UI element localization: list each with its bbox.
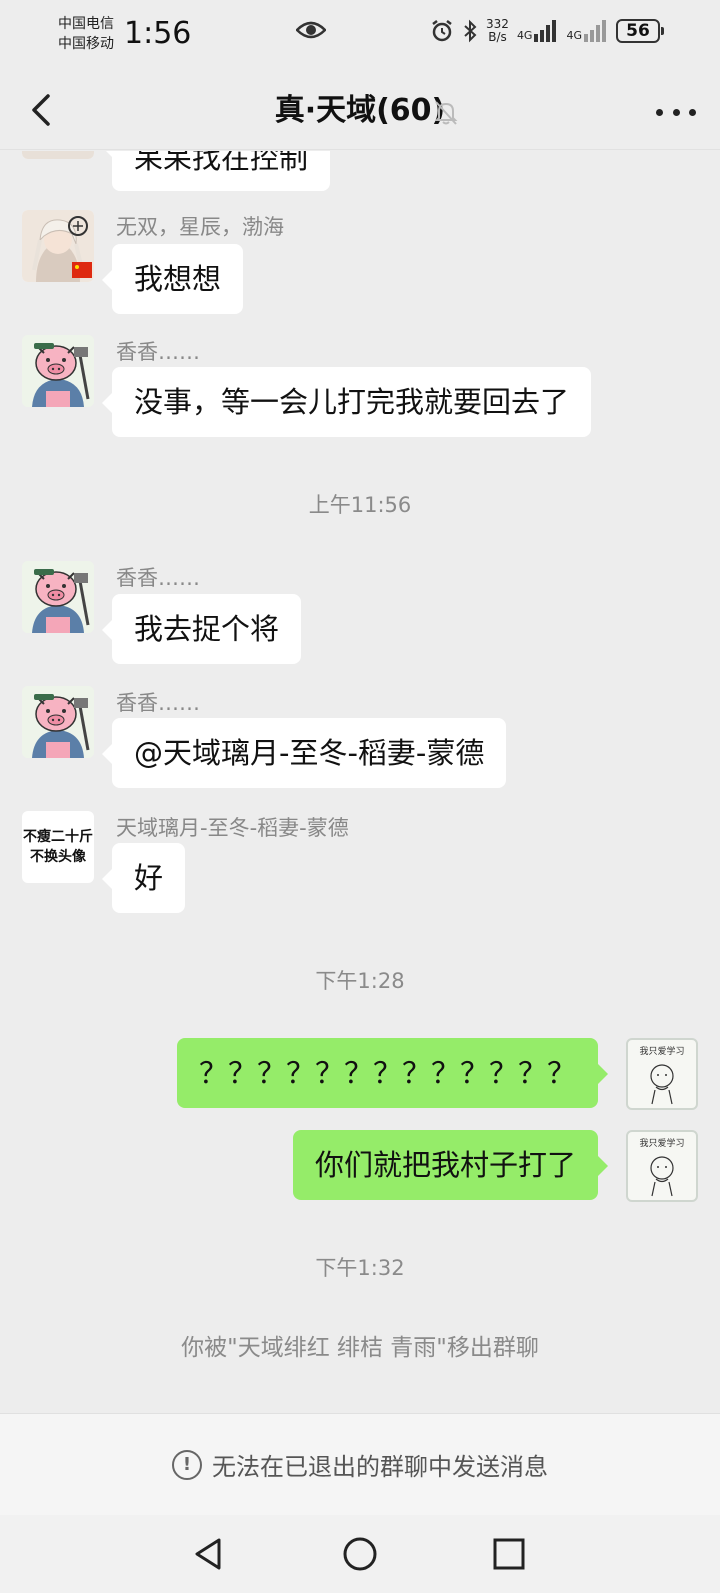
avatar-caption: 我只爱学习 [639, 1137, 684, 1149]
avatar[interactable] [22, 561, 94, 633]
message-text: 我去捉个将 [134, 612, 280, 646]
sketch-avatar-icon: 我只爱学习 [639, 1137, 685, 1197]
avatar[interactable]: 我只爱学习 [626, 1038, 698, 1110]
signal-bars-icon [534, 20, 557, 42]
dot-icon [656, 108, 663, 116]
anime-avatar-icon [22, 210, 94, 282]
group-title[interactable]: 真·天域(60) [275, 93, 446, 128]
pig-avatar-icon [22, 686, 94, 758]
carrier-info: 中国电信 中国移动 [58, 14, 114, 54]
triangle-back-icon [195, 1538, 221, 1570]
signal-1: 4G [517, 20, 559, 42]
anime-avatar-icon [22, 151, 94, 159]
message-text: 你们就把我村子打了 [314, 1148, 576, 1182]
dot-icon [672, 108, 680, 116]
dot-icon [689, 108, 696, 116]
sketch-avatar-icon: 我只爱学习 [639, 1045, 685, 1105]
message-text: 呆呆找在控制 [134, 151, 309, 175]
sender-name: 香香…… [116, 566, 200, 590]
sender-name: 无双，星辰，渤海 [116, 215, 284, 239]
message-text: 没事，等一会儿打完我就要回去了 [134, 385, 570, 419]
title-wrap: 真·天域(60) [0, 92, 720, 130]
timestamp: 上午11:56 [308, 493, 412, 517]
message-text: 好 [134, 861, 164, 895]
sender-name: 香香…… [116, 340, 200, 364]
avatar-text-line: 不换头像 [30, 849, 86, 865]
sender-name: 香香…… [116, 691, 200, 715]
avatar[interactable] [22, 151, 94, 159]
notice-text: 无法在已退出的群聊中发送消息 [212, 1453, 548, 1481]
nav-home-button[interactable] [337, 1531, 383, 1577]
status-icons: 332 B/s 4G 4G 56 [430, 18, 664, 44]
message-bubble[interactable]: 我想想 [101, 244, 244, 314]
avatar[interactable] [22, 335, 94, 407]
net-speed: 332 B/s [486, 18, 509, 44]
net-speed-unit: B/s [488, 30, 507, 44]
status-bar: 中国电信 中国移动 1:56 332 B/s 4G 4G 56 [0, 0, 720, 72]
carrier-1: 中国电信 [58, 16, 114, 32]
message-list[interactable]: 呆呆找在控制 无双，星辰，渤海 我想想 香香…… 没事，等一会儿打完我就要回去了… [0, 151, 720, 1413]
message-bubble[interactable]: ？？？？？？？？？？？？？ [176, 1038, 609, 1108]
eye-icon [296, 21, 326, 39]
status-time: 1:56 [124, 16, 192, 51]
info-icon: ! [172, 1449, 202, 1480]
network-type-2: 4G [566, 29, 582, 42]
message-bubble[interactable]: 我去捉个将 [101, 594, 302, 664]
notice-bar: ! 无法在已退出的群聊中发送消息 [0, 1413, 720, 1515]
avatar-text-line: 不瘦二十斤 [23, 829, 93, 845]
mute-bell-icon [434, 101, 458, 125]
sender-name: 天域璃月-至冬-稻妻-蒙德 [116, 816, 349, 840]
circle-home-icon [343, 1537, 377, 1571]
chat-header: 真·天域(60) [0, 72, 720, 150]
signal-2: 4G [566, 20, 608, 42]
avatar-caption: 我只爱学习 [639, 1045, 684, 1057]
signal-bars-icon [584, 20, 606, 42]
carrier-2: 中国移动 [58, 36, 114, 52]
timestamp: 下午1:28 [315, 969, 405, 993]
avatar[interactable]: 不瘦二十斤 不换头像 [22, 811, 94, 883]
timestamp: 下午1:32 [315, 1256, 405, 1280]
battery-indicator: 56 [616, 19, 664, 43]
message-bubble[interactable]: 好 [101, 843, 186, 913]
message-text: 我想想 [134, 262, 222, 296]
message-text: ？？？？？？？？？？？？？ [198, 1056, 576, 1090]
message-bubble[interactable]: @天域璃月-至冬-稻妻-蒙德 [101, 718, 507, 788]
message-text: @天域璃月-至冬-稻妻-蒙德 [134, 736, 485, 770]
square-recents-icon [493, 1538, 525, 1570]
avatar[interactable]: 我只爱学习 [626, 1130, 698, 1202]
message-bubble[interactable]: 没事，等一会儿打完我就要回去了 [101, 367, 592, 437]
nav-back-button[interactable] [186, 1531, 232, 1577]
pig-avatar-icon [22, 561, 94, 633]
pig-avatar-icon [22, 335, 94, 407]
message-bubble[interactable]: 你们就把我村子打了 [292, 1130, 609, 1200]
avatar[interactable] [22, 686, 94, 758]
message-bubble[interactable]: 呆呆找在控制 [101, 151, 331, 191]
system-nav-bar [0, 1515, 720, 1593]
alarm-icon [432, 20, 452, 42]
system-message: 你被"天域绯红 绯桔 青雨"移出群聊 [181, 1335, 539, 1361]
network-type-1: 4G [516, 29, 533, 42]
nav-recents-button[interactable] [486, 1531, 532, 1577]
bluetooth-icon [464, 19, 477, 43]
avatar[interactable] [22, 210, 94, 282]
more-options-button[interactable] [656, 100, 696, 124]
